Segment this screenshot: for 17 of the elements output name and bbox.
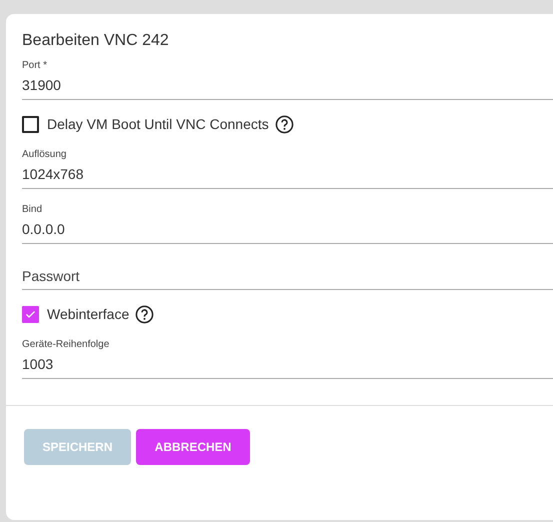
input-field[interactable]: 0.0.0.0 xyxy=(22,217,553,244)
checkbox-label: Delay VM Boot Until VNC Connects xyxy=(47,116,269,132)
checkbox-label: Webinterface xyxy=(47,306,130,322)
input-field[interactable]: 1003 xyxy=(22,352,553,379)
field-label: Bind xyxy=(22,203,44,217)
field-label: Geräte-Reihenfolge xyxy=(22,338,110,352)
checkbox[interactable] xyxy=(22,306,39,322)
field-label: Port * xyxy=(22,59,48,73)
help-icon[interactable] xyxy=(274,114,294,134)
field-label: Auflösung xyxy=(22,148,68,162)
input-field[interactable]: 31900 xyxy=(22,73,553,100)
help-icon[interactable] xyxy=(135,304,154,324)
dialog-title: Bearbeiten VNC 242 xyxy=(22,32,170,50)
checkbox[interactable] xyxy=(22,116,39,132)
password-field[interactable]: Passwort xyxy=(22,264,553,290)
cancel-button[interactable]: ABBRECHEN xyxy=(136,429,250,465)
input-field[interactable]: 1024x768 xyxy=(22,162,553,189)
